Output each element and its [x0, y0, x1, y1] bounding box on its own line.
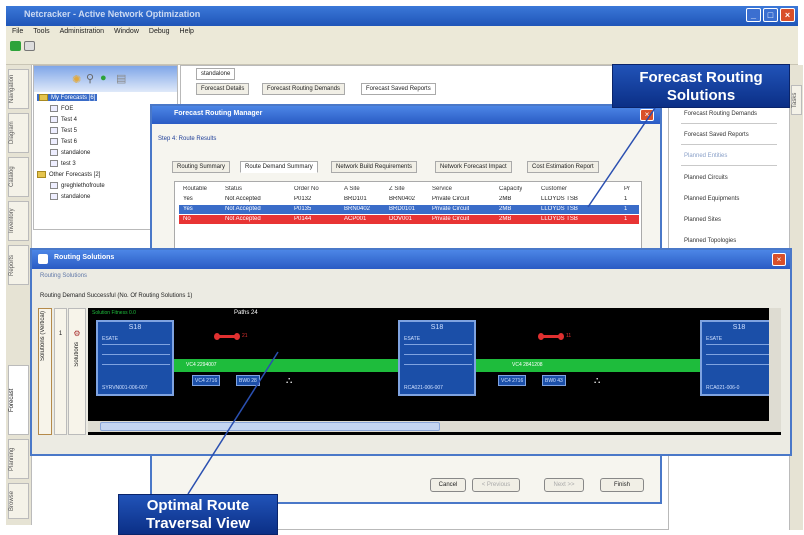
pointer-line	[587, 107, 656, 208]
pointer-line	[187, 351, 279, 495]
callout-pointer-lines	[187, 107, 656, 495]
